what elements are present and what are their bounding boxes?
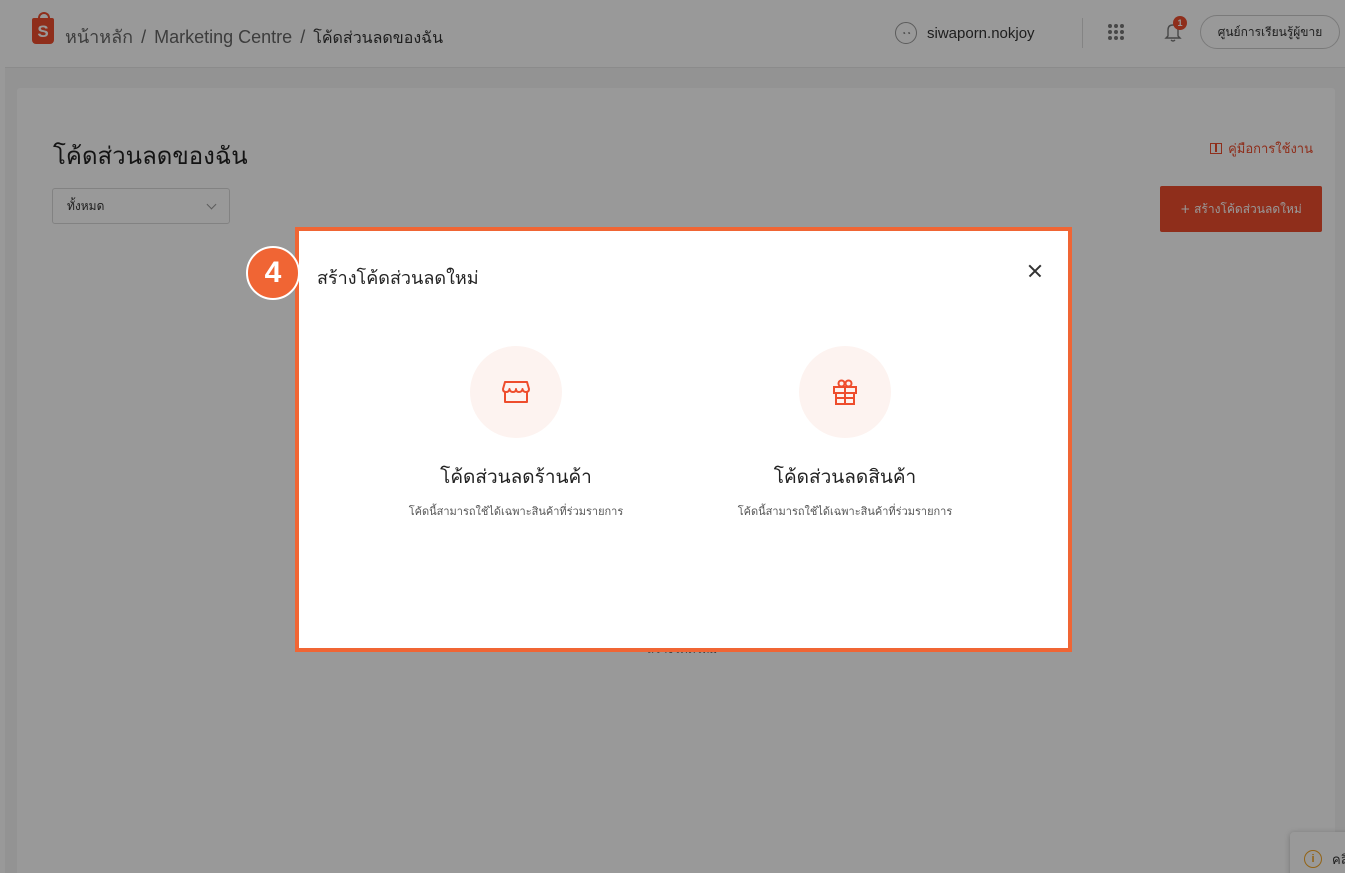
product-voucher-option[interactable]: โค้ดส่วนลดสินค้า โค้ดนี้สามารถใช้ได้เฉพา… (685, 346, 1005, 520)
shop-icon-circle (470, 346, 562, 438)
gift-icon-circle (799, 346, 891, 438)
modal-title: สร้างโค้ดส่วนลดใหม่ (317, 268, 479, 289)
shop-voucher-title: โค้ดส่วนลดร้านค้า (440, 466, 592, 488)
product-voucher-description: โค้ดนี้สามารถใช้ได้เฉพาะสินค้าที่ร่วมราย… (737, 505, 953, 518)
shop-voucher-description: โค้ดนี้สามารถใช้ได้เฉพาะสินค้าที่ร่วมราย… (408, 505, 624, 518)
shop-icon (502, 381, 530, 403)
product-voucher-title: โค้ดส่วนลดสินค้า (773, 466, 917, 488)
close-icon[interactable] (1023, 259, 1047, 283)
shop-voucher-option[interactable]: โค้ดส่วนลดร้านค้า โค้ดนี้สามารถใช้ได้เฉพ… (356, 346, 676, 520)
create-voucher-modal: สร้างโค้ดส่วนลดใหม่ โค้ดส่วนลดร้านค้า โค… (295, 227, 1072, 652)
step-number-badge: 4 (246, 246, 300, 300)
gift-icon (833, 379, 857, 405)
